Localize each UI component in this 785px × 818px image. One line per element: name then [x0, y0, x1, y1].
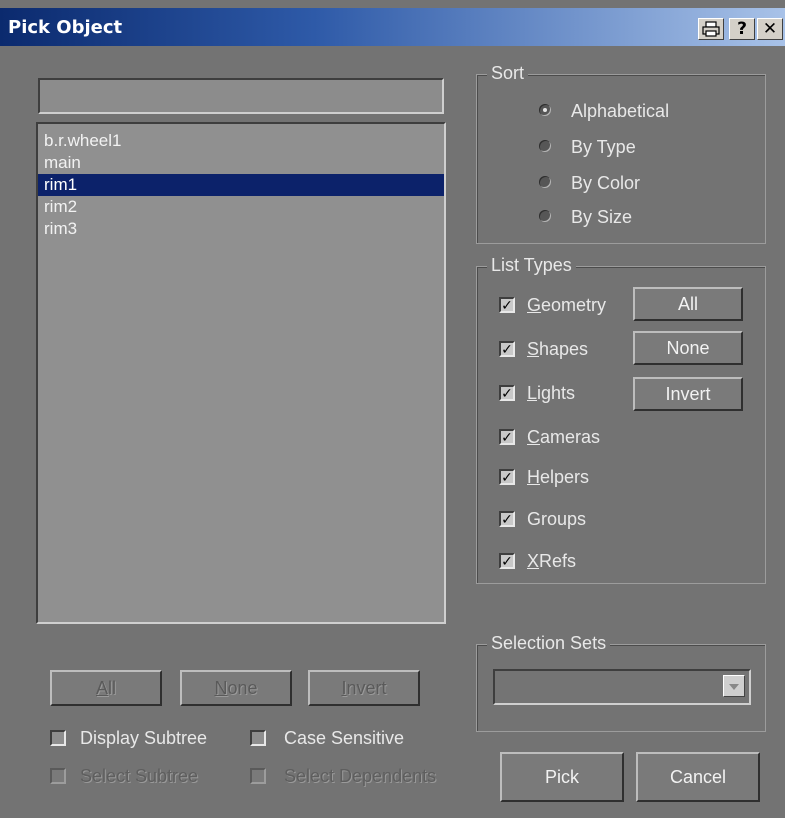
sort-alphabetical-label: Alphabetical [571, 101, 670, 121]
list-types-group-label: List Types [487, 255, 576, 276]
shapes-label: Shapes [527, 339, 589, 359]
radio-icon [539, 176, 551, 188]
print-icon[interactable] [698, 18, 724, 40]
object-list[interactable]: b.r.wheel1 main rim1 rim2 rim3 [36, 122, 446, 624]
types-all-button[interactable]: All [633, 287, 743, 321]
cancel-button[interactable]: Cancel [636, 752, 760, 802]
checkmark-icon: ✓ [499, 341, 515, 357]
window-title: Pick Object [8, 17, 123, 38]
search-input[interactable] [38, 78, 444, 114]
select-none-button[interactable]: None [180, 670, 292, 706]
checkbox-box [50, 768, 66, 784]
select-all-button[interactable]: All [50, 670, 162, 706]
case-sensitive-label: Case Sensitive [284, 728, 405, 748]
selection-sets-group: Selection Sets [476, 633, 766, 732]
pick-object-dialog: Pick Object ? ✕ b.r.wheel1 main rim1 rim… [0, 0, 785, 818]
select-invert-button[interactable]: Invert [308, 670, 420, 706]
checkmark-icon: ✓ [499, 469, 515, 485]
help-button[interactable]: ? [729, 18, 755, 40]
list-item[interactable]: main [38, 152, 444, 174]
sort-by-size-label: By Size [571, 207, 633, 227]
lights-label: Lights [527, 383, 576, 403]
checkmark-icon: ✓ [499, 511, 515, 527]
checkbox-box [50, 730, 66, 746]
checkmark-icon: ✓ [499, 297, 515, 313]
list-item[interactable]: rim3 [38, 218, 444, 240]
sort-group-label: Sort [487, 63, 529, 84]
list-types-group: List Types ✓ Geometry ✓ Shapes ✓ Lights … [476, 255, 766, 584]
checkbox-box [250, 768, 266, 784]
pick-button[interactable]: Pick [500, 752, 624, 802]
geometry-label: Geometry [527, 295, 607, 315]
select-dependents-label: Select Dependents [284, 766, 437, 786]
groups-label: Groups [527, 509, 587, 529]
sort-by-type-label: By Type [571, 137, 636, 157]
helpers-label: Helpers [527, 467, 590, 487]
types-none-button[interactable]: None [633, 331, 743, 365]
title-bar[interactable]: Pick Object ? ✕ [0, 8, 785, 46]
selection-sets-label: Selection Sets [487, 633, 611, 654]
display-subtree-label: Display Subtree [80, 728, 208, 748]
checkmark-icon: ✓ [499, 429, 515, 445]
xrefs-label: XRefs [527, 551, 577, 571]
sort-group: Sort Alphabetical By Type By Color By Si… [476, 63, 766, 244]
sort-by-color-label: By Color [571, 173, 641, 193]
checkmark-icon: ✓ [499, 385, 515, 401]
checkbox-box [250, 730, 266, 746]
types-invert-button[interactable]: Invert [633, 377, 743, 411]
radio-icon [539, 140, 551, 152]
selection-sets-dropdown[interactable] [493, 669, 751, 705]
radio-icon [539, 210, 551, 222]
list-item[interactable]: rim2 [38, 196, 444, 218]
chevron-down-icon[interactable] [723, 675, 745, 697]
list-item[interactable]: b.r.wheel1 [38, 130, 444, 152]
select-subtree-label: Select Subtree [80, 766, 199, 786]
radio-selected-icon [539, 104, 551, 116]
close-button[interactable]: ✕ [757, 18, 783, 40]
checkmark-icon: ✓ [499, 553, 515, 569]
cameras-label: Cameras [527, 427, 601, 447]
list-item-selected[interactable]: rim1 [38, 174, 444, 196]
